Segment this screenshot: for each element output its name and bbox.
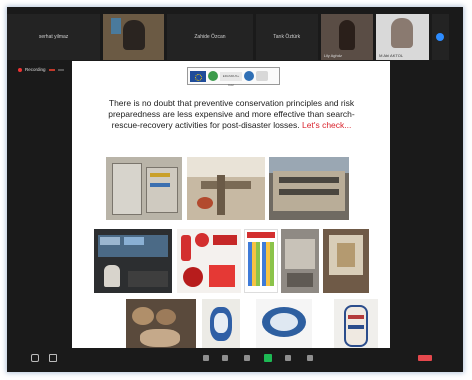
recording-indicator: Recording — [18, 65, 64, 74]
participant-video — [338, 20, 355, 50]
partner-logo — [208, 71, 218, 81]
record-icon[interactable] — [285, 355, 291, 361]
ceramic-plate-photo — [256, 299, 312, 355]
participant-name: Lily Aghdz — [323, 53, 342, 58]
partner-logo — [256, 71, 268, 81]
fire-equipment-photo — [177, 229, 241, 293]
share-screen-icon[interactable] — [264, 354, 272, 362]
participant-video — [122, 20, 145, 50]
participant-name: serhat yilmaz — [38, 34, 69, 40]
control-room-photo — [94, 229, 172, 293]
pause-recording-button[interactable] — [48, 68, 55, 71]
participant-name: Tarık Öztürk — [273, 34, 301, 40]
participant-tile[interactable] — [103, 14, 165, 60]
participant-strip: serhat yilmaz Zahide Özcan Tarık Öztürk … — [7, 14, 449, 60]
participant-tile[interactable]: Zahide Özcan — [167, 14, 253, 60]
participant-name: Zahide Özcan — [194, 34, 226, 40]
recording-label: Recording — [25, 67, 46, 72]
emergency-kit-poster-photo — [244, 229, 278, 293]
end-icon[interactable] — [418, 355, 432, 361]
video-icon[interactable] — [49, 354, 57, 362]
participant-tile[interactable]: serhat yilmaz — [7, 14, 101, 60]
partner-logo — [244, 71, 254, 81]
erasmus-logo: ERASMUS+ KA2 — [220, 71, 242, 87]
meeting-toolbar — [7, 348, 463, 372]
participant-name: M Abi AKTOL — [379, 53, 404, 58]
participants-icon[interactable] — [222, 355, 228, 361]
record-icon — [18, 67, 22, 72]
next-page-button[interactable] — [431, 14, 449, 60]
pipes-photo — [187, 157, 265, 220]
ceramics-storage-photo — [126, 299, 196, 355]
porcelain-jar-photo — [202, 299, 240, 355]
participant-video — [391, 18, 414, 48]
decorated-pitcher-photo — [334, 299, 378, 355]
building-photo — [269, 157, 349, 220]
sponsor-logos: ERASMUS+ KA2 — [187, 67, 280, 87]
participant-tile[interactable]: M Abi AKTOL — [376, 14, 429, 60]
reactions-icon[interactable] — [307, 355, 313, 361]
security-icon[interactable] — [203, 355, 209, 361]
participant-tile[interactable]: Tarık Öztürk — [255, 14, 318, 60]
shared-slide: ERASMUS+ KA2 There is no doubt that prev… — [72, 61, 390, 355]
slide-text: There is no doubt that preventive conser… — [100, 98, 363, 131]
stop-recording-button[interactable] — [57, 68, 64, 71]
museum-interior-photo — [323, 229, 369, 293]
slide-emphasis-text: Let's check... — [299, 120, 352, 130]
eu-flag-logo — [190, 70, 206, 82]
storage-room-photo — [281, 229, 319, 293]
chat-icon[interactable] — [244, 355, 250, 361]
participant-tile[interactable]: Lily Aghdz — [320, 14, 374, 60]
electrical-panel-photo — [106, 157, 182, 220]
mute-icon[interactable] — [31, 354, 39, 362]
background-window — [111, 18, 122, 34]
next-page-icon — [436, 33, 445, 41]
